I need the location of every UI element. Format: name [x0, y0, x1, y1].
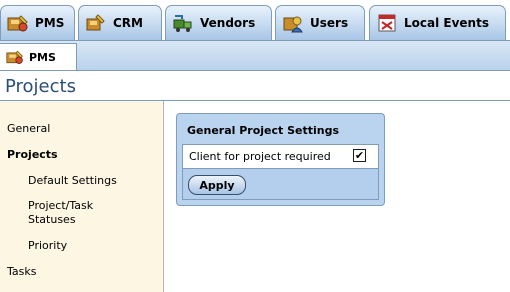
panel-title: General Project Settings: [187, 124, 340, 137]
tab-label: PMS: [35, 16, 65, 30]
nav-item-general[interactable]: General: [7, 122, 50, 136]
subtab-pms[interactable]: PMS: [0, 43, 77, 70]
left-nav: General Projects Default Settings Projec…: [0, 101, 164, 292]
page-title-row: Projects: [0, 71, 510, 101]
pms-icon: [6, 48, 24, 66]
tab-vendors[interactable]: Vendors: [165, 5, 272, 40]
tab-users[interactable]: Users: [275, 5, 365, 40]
tab-label: Vendors: [200, 16, 256, 30]
setting-row: Client for project required ✔: [183, 145, 378, 169]
tab-crm[interactable]: CRM: [78, 5, 162, 40]
checkmark-icon: ✔: [354, 149, 365, 162]
tab-label: Users: [310, 16, 349, 30]
crm-icon: [85, 12, 107, 34]
panel-body: Client for project required ✔ Apply: [182, 144, 379, 200]
users-icon: [282, 12, 304, 34]
page-title: Projects: [5, 76, 76, 97]
nav-item-default-settings[interactable]: Default Settings: [28, 174, 117, 188]
local-events-icon: [376, 12, 398, 34]
client-required-checkbox[interactable]: ✔: [353, 149, 366, 162]
apply-button[interactable]: Apply: [188, 175, 246, 195]
nav-item-tasks[interactable]: Tasks: [7, 265, 36, 279]
tab-local-events[interactable]: Local Events: [369, 5, 506, 40]
general-project-settings-panel: General Project Settings Client for proj…: [176, 113, 385, 206]
nav-item-priority[interactable]: Priority: [28, 239, 67, 253]
nav-item-projects[interactable]: Projects: [7, 148, 58, 162]
tab-label: CRM: [113, 16, 143, 30]
tab-pms[interactable]: PMS: [0, 5, 75, 40]
nav-item-project-task-statuses[interactable]: Project/Task Statuses: [28, 199, 138, 227]
client-required-label: Client for project required: [189, 150, 331, 163]
main-tab-bar: PMS CRM Vendors Users Local Events: [0, 0, 510, 40]
subtab-label: PMS: [29, 50, 56, 64]
sub-tab-bar: PMS: [0, 40, 510, 71]
pms-icon: [7, 12, 29, 34]
tab-label: Local Events: [404, 16, 489, 30]
vendors-icon: [172, 12, 194, 34]
